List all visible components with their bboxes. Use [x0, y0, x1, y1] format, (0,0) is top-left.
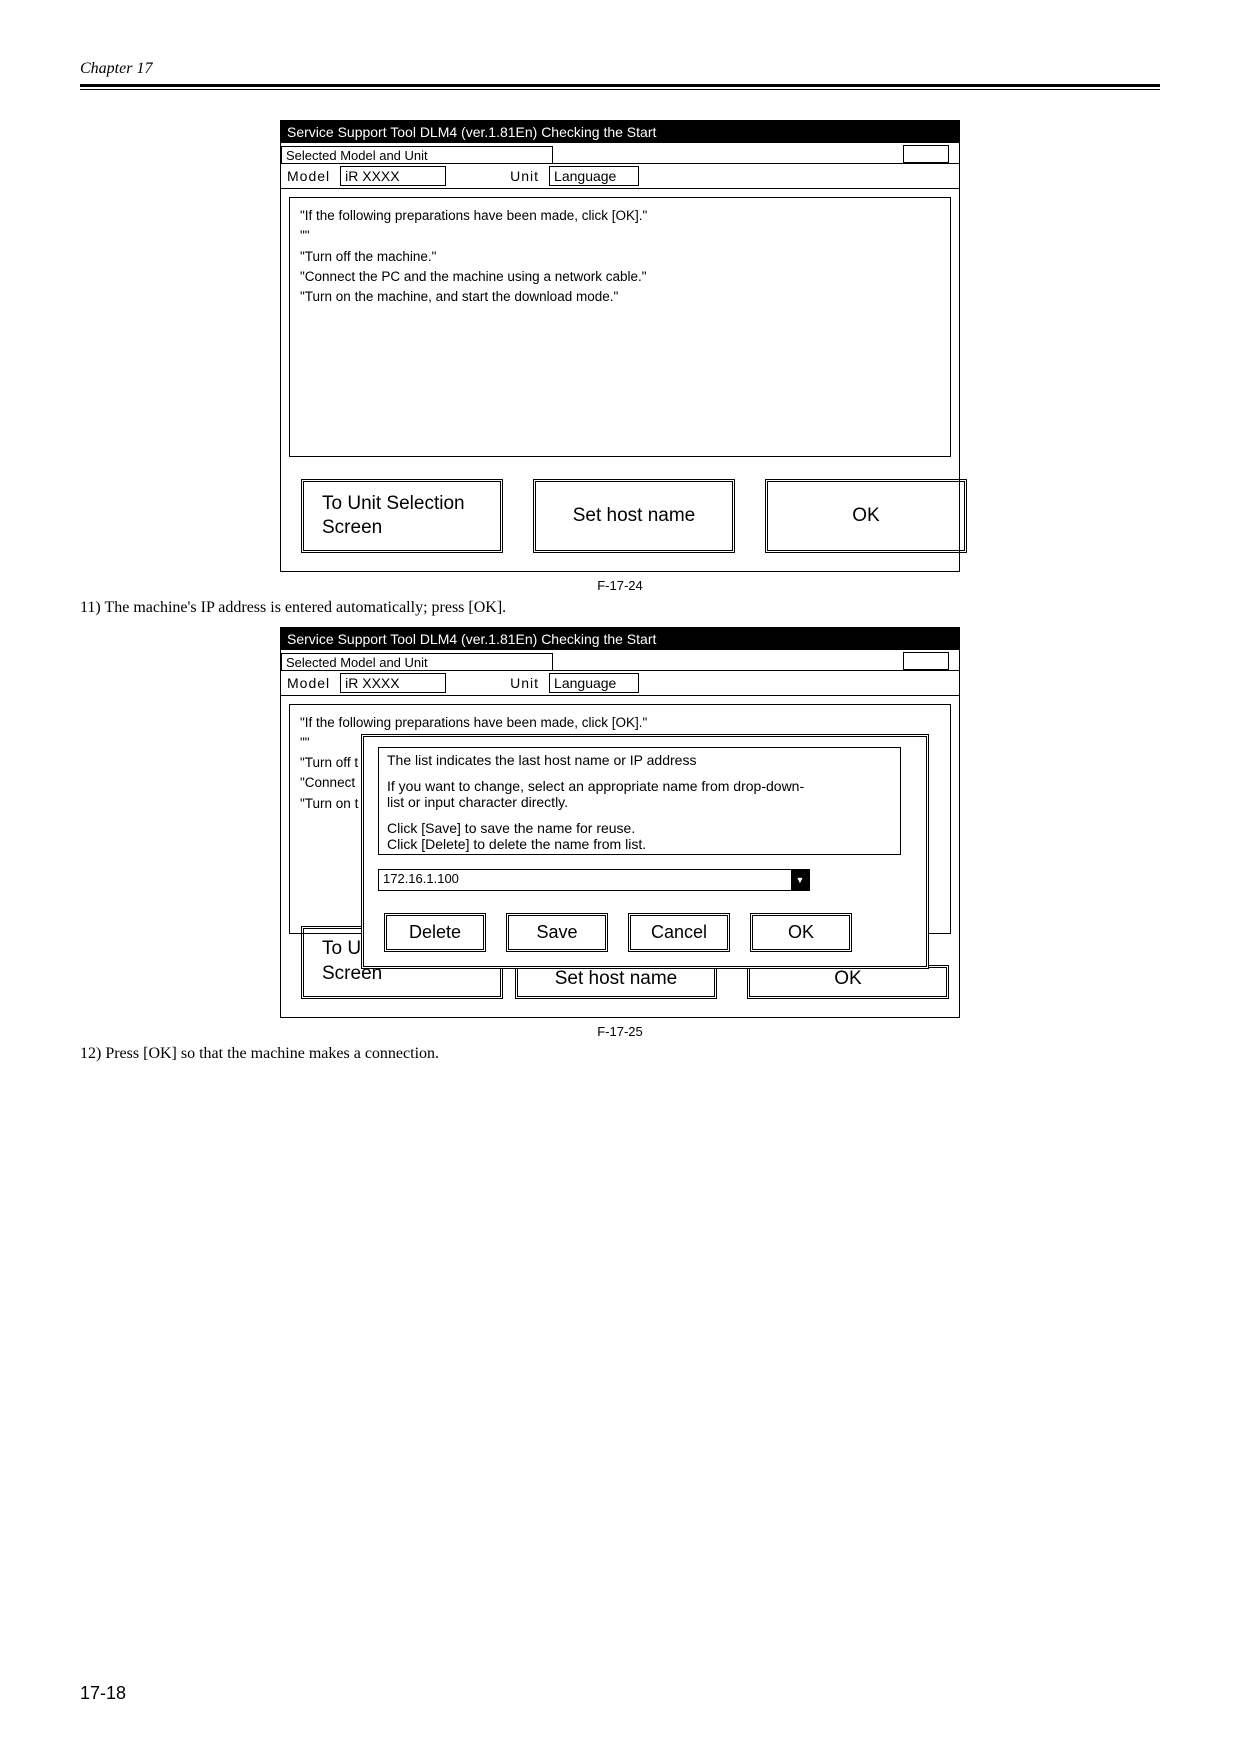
unit-label: Unit: [510, 168, 539, 184]
model-unit-row: Model iR XXXX Unit Language: [281, 163, 959, 189]
model-value: iR XXXX: [340, 166, 446, 186]
cancel-button[interactable]: Cancel: [628, 913, 730, 952]
window-indicator: [903, 145, 949, 163]
page-number: 17-18: [80, 1683, 126, 1704]
dialog-text: Click [Save] to save the name for reuse.: [387, 820, 892, 836]
model-value: iR XXXX: [340, 673, 446, 693]
step-11-text: 11) The machine's IP address is entered …: [80, 599, 1160, 617]
window-indicator: [903, 652, 949, 670]
selected-model-unit-label: Selected Model and Unit: [281, 653, 553, 671]
set-host-name-dialog: The list indicates the last host name or…: [361, 734, 929, 969]
ok-button[interactable]: OK: [750, 913, 852, 952]
ok-button[interactable]: OK: [765, 479, 967, 553]
chapter-header: Chapter 17: [80, 60, 1160, 78]
ip-address-input[interactable]: 172.16.1.100: [379, 870, 791, 890]
instruction-line: "Connect the PC and the machine using a …: [300, 267, 940, 287]
ip-address-combo[interactable]: 172.16.1.100 ▼: [378, 869, 810, 891]
set-host-name-button-partial[interactable]: Set host name: [515, 965, 717, 999]
dropdown-icon[interactable]: ▼: [791, 870, 809, 890]
btn-text: To U: [322, 938, 361, 959]
step-12-text: 12) Press [OK] so that the machine makes…: [80, 1045, 1160, 1063]
header-rule: [80, 84, 1160, 90]
instruction-line: "": [300, 226, 940, 246]
unit-label: Unit: [510, 675, 539, 691]
model-label: Model: [287, 675, 330, 691]
app-window-2: Service Support Tool DLM4 (ver.1.81En) C…: [280, 627, 960, 1019]
dialog-text: If you want to change, select an appropr…: [387, 778, 807, 810]
instruction-line: "If the following preparations have been…: [300, 713, 940, 733]
model-unit-row: Model iR XXXX Unit Language: [281, 670, 959, 696]
figure-caption: F-17-24: [280, 578, 960, 593]
set-host-name-button[interactable]: Set host name: [533, 479, 735, 553]
instructions-box: "If the following preparations have been…: [289, 197, 951, 457]
dialog-text: Click [Delete] to delete the name from l…: [387, 836, 892, 852]
ok-button-partial[interactable]: OK: [747, 965, 949, 999]
model-label: Model: [287, 168, 330, 184]
to-unit-selection-button[interactable]: To Unit Selection Screen: [301, 479, 503, 553]
instruction-line: "If the following preparations have been…: [300, 206, 940, 226]
save-button[interactable]: Save: [506, 913, 608, 952]
unit-value: Language: [549, 673, 639, 693]
dialog-text: The list indicates the last host name or…: [387, 752, 892, 768]
instruction-line: "Turn on the machine, and start the down…: [300, 287, 940, 307]
selected-model-unit-label: Selected Model and Unit: [281, 146, 553, 164]
titlebar: Service Support Tool DLM4 (ver.1.81En) C…: [281, 628, 959, 650]
unit-value: Language: [549, 166, 639, 186]
titlebar: Service Support Tool DLM4 (ver.1.81En) C…: [281, 121, 959, 143]
figure-caption: F-17-25: [280, 1024, 960, 1039]
delete-button[interactable]: Delete: [384, 913, 486, 952]
app-window-1: Service Support Tool DLM4 (ver.1.81En) C…: [280, 120, 960, 572]
instruction-line: "Turn off the machine.": [300, 247, 940, 267]
